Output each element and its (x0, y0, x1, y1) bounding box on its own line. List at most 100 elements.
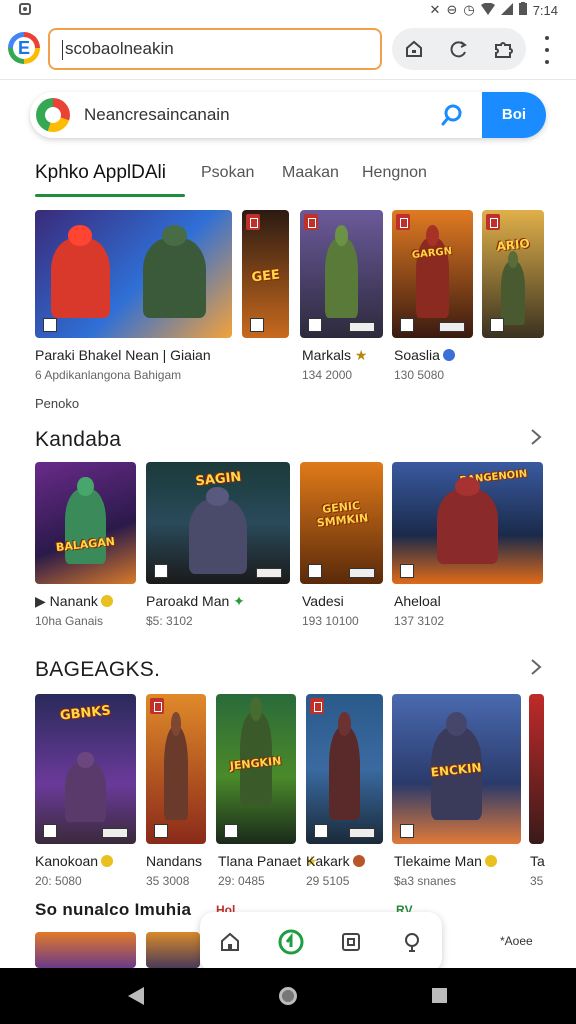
url-input[interactable]: scobaolneakin (48, 28, 382, 70)
game-title[interactable]: ▶ Nanank (35, 593, 113, 610)
bookmark-icon (310, 698, 324, 714)
game-title[interactable]: Tlekaime Man (394, 853, 497, 869)
recent-apps-icon[interactable] (432, 988, 447, 1003)
game-title[interactable]: Paroakd Man ✦ (146, 593, 245, 610)
game-art-figure (50, 238, 110, 318)
game-title[interactable]: Tlana Panaet ★ (218, 853, 318, 870)
game-card-kandaba-3[interactable]: GENIC SMMKIN (300, 462, 383, 584)
game-title[interactable]: Nandans (146, 853, 202, 869)
rating-icon (308, 318, 322, 332)
game-subtitle: 130 5080 (394, 368, 445, 382)
game-logo: GBNKS (59, 703, 112, 724)
chevron-right-icon[interactable] (528, 427, 544, 447)
browser-actions (392, 28, 526, 70)
back-icon[interactable] (128, 987, 144, 1005)
category-tabs: Kphko ApplDAli Psokan Maakan Hengnon (0, 160, 576, 200)
game-title[interactable]: Soaslia (394, 347, 455, 363)
more-menu-icon[interactable] (538, 36, 556, 64)
tab-maakan[interactable]: Maakan (282, 164, 339, 182)
game-card-row4-1[interactable] (35, 932, 136, 968)
game-card-row4-2[interactable] (146, 932, 200, 968)
bookmark-icon (486, 214, 500, 230)
game-subtitle: 35 (530, 874, 544, 888)
home-icon[interactable] (400, 35, 428, 63)
coin-icon (484, 855, 497, 867)
signal-icon (500, 2, 513, 18)
game-card-bageagks-4[interactable] (306, 694, 383, 844)
notification-icon (18, 2, 32, 19)
status-icons: ✕ ⊖ ◷ 7:14 (430, 2, 558, 18)
bookmark-icon (246, 214, 260, 230)
game-card-bageagks-2[interactable] (146, 694, 206, 844)
wifi-icon (480, 2, 495, 18)
game-title[interactable]: Ta (530, 853, 545, 869)
game-art-figure (329, 727, 360, 820)
game-card-kandaba-2[interactable]: SAGIN (146, 462, 290, 584)
search-button[interactable]: Boi (482, 92, 546, 138)
chevron-right-icon[interactable] (528, 657, 544, 677)
rating-icon (308, 564, 322, 578)
age-rating-badge (349, 568, 375, 578)
home-button-icon[interactable] (279, 987, 297, 1005)
game-title[interactable]: Markals ★ (302, 347, 367, 364)
refresh-icon[interactable] (445, 35, 473, 63)
game-card-featured-3[interactable] (300, 210, 383, 338)
rating-icon (154, 564, 168, 578)
extensions-icon[interactable] (490, 35, 518, 63)
section-small-label: *Aoee (500, 934, 533, 948)
game-title[interactable]: Kakark (306, 853, 365, 869)
status-time: 7:14 (532, 2, 558, 18)
game-card-featured-1[interactable] (35, 210, 232, 338)
search-icon[interactable] (440, 102, 466, 128)
age-rating-badge (349, 322, 375, 332)
system-navigation-bar (0, 968, 576, 1024)
game-subtitle: 35 3008 (146, 874, 190, 888)
game-subtitle: $a3 snanes (394, 874, 457, 888)
store-search-input[interactable]: Neancresaincanain (84, 105, 230, 125)
rating-icon (43, 824, 57, 838)
bookmark-icon (396, 214, 410, 230)
game-title[interactable]: Aheloal (394, 593, 441, 609)
battery-icon (518, 2, 527, 18)
rating-icon (250, 318, 264, 332)
game-subtitle: 137 3102 (394, 614, 445, 628)
game-art-figure (437, 488, 498, 565)
game-subtitle: 10ha Ganais (35, 614, 104, 628)
game-art-figure (65, 761, 106, 822)
profile-icon[interactable] (398, 928, 426, 956)
game-card-kandaba-4[interactable]: RANGENOIN (392, 462, 543, 584)
game-card-featured-4[interactable]: GARGN (392, 210, 473, 338)
dnd-icon: ⊖ (446, 2, 458, 17)
featured-caption: Penoko (35, 396, 80, 411)
home-icon[interactable] (216, 928, 244, 956)
game-card-featured-5[interactable]: ARIO (482, 210, 544, 338)
game-card-bageagks-1[interactable]: GBNKS (35, 694, 136, 844)
tab-hengnon[interactable]: Hengnon (362, 164, 427, 182)
game-title[interactable]: Paraki Bhakel Nean | Giaian (35, 347, 211, 363)
game-card-bageagks-3[interactable]: JENGKIN (216, 694, 296, 844)
age-rating-badge (102, 828, 128, 838)
tab-psokan[interactable]: Psokan (201, 164, 254, 182)
game-card-bageagks-6[interactable] (529, 694, 544, 844)
game-subtitle: 193 10100 (302, 614, 359, 628)
game-subtitle: $5: 3102 (146, 614, 193, 628)
game-title[interactable]: Vadesi (302, 593, 344, 609)
rating-icon (400, 318, 414, 332)
game-art-figure (500, 261, 526, 326)
game-card-featured-2[interactable]: GEE (242, 210, 289, 338)
game-title[interactable]: Kanokoan (35, 853, 114, 869)
star-icon: ★ (354, 347, 368, 363)
rating-icon (43, 318, 57, 332)
coin-icon (352, 855, 365, 867)
coin-icon (101, 855, 114, 867)
age-rating-badge (256, 568, 282, 578)
mute-icon: ✕ (429, 2, 441, 17)
tab-kphko[interactable]: Kphko ApplDAli (35, 162, 166, 184)
apps-icon[interactable] (277, 928, 305, 956)
game-subtitle: 29 5105 (306, 874, 350, 888)
library-icon[interactable] (337, 928, 365, 956)
url-text: scobaolneakin (65, 39, 174, 58)
active-tab-indicator (35, 194, 185, 197)
game-card-bageagks-5[interactable]: ENCKIN (392, 694, 521, 844)
game-card-kandaba-1[interactable]: BALAGAN (35, 462, 136, 584)
